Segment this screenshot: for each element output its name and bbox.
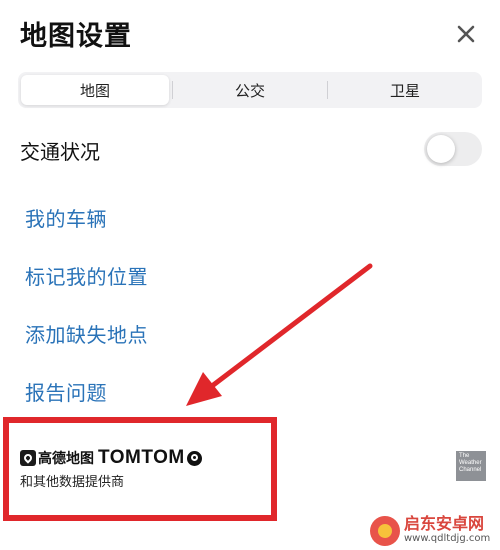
watermark-logo-icon — [370, 516, 400, 546]
add-missing-place-link[interactable]: 添加缺失地点 — [25, 319, 148, 348]
tab-map[interactable]: 地图 — [21, 75, 169, 105]
watermark-url: www.qdltdjg.com — [404, 533, 491, 544]
tomtom-logo-icon — [186, 450, 202, 466]
provider-text: 和其他数据提供商 — [20, 475, 125, 490]
traffic-toggle[interactable] — [424, 132, 482, 166]
annotation-arrow-head — [186, 372, 222, 406]
map-settings-panel: 地图设置 地图 公交 卫星 交通状况 我的车辆 标记我的位置 添加缺失地点 报告… — [0, 0, 500, 550]
site-watermark: 启东安卓网 www.qdltdjg.com — [370, 512, 500, 550]
amap-name: 高德地图 — [38, 451, 94, 467]
mark-my-location-link[interactable]: 标记我的位置 — [25, 261, 148, 290]
watermark-title: 启东安卓网 — [404, 514, 485, 533]
traffic-label: 交通状况 — [20, 140, 100, 164]
weather-logo-line: The — [459, 453, 470, 459]
close-button[interactable] — [450, 18, 482, 50]
traffic-row: 交通状况 — [20, 132, 482, 168]
tab-transit[interactable]: 公交 — [176, 75, 324, 105]
weather-channel-logo-icon: The Weather Channel — [456, 451, 486, 481]
weather-logo-line: Weather — [459, 460, 482, 466]
amap-logo-icon — [20, 450, 36, 466]
close-icon — [457, 25, 475, 43]
brand-row: 高德地图 TOMTOM — [20, 447, 260, 469]
tomtom-name: TOMTOM — [98, 447, 185, 468]
toggle-knob — [427, 135, 455, 163]
tab-satellite[interactable]: 卫星 — [331, 75, 479, 105]
annotation-arrow-shaft — [209, 263, 373, 389]
segment-divider — [172, 81, 173, 99]
watermark-text: 启东安卓网 www.qdltdjg.com — [404, 516, 490, 546]
map-type-segmented-control: 地图 公交 卫星 — [18, 72, 482, 108]
page-title: 地图设置 — [20, 21, 132, 52]
segment-divider — [327, 81, 328, 99]
my-vehicle-link[interactable]: 我的车辆 — [25, 203, 107, 232]
map-data-attribution: 高德地图 TOMTOM 和其他数据提供商 — [20, 447, 260, 497]
weather-logo-line: Channel — [459, 467, 482, 473]
report-issue-link[interactable]: 报告问题 — [25, 377, 107, 406]
